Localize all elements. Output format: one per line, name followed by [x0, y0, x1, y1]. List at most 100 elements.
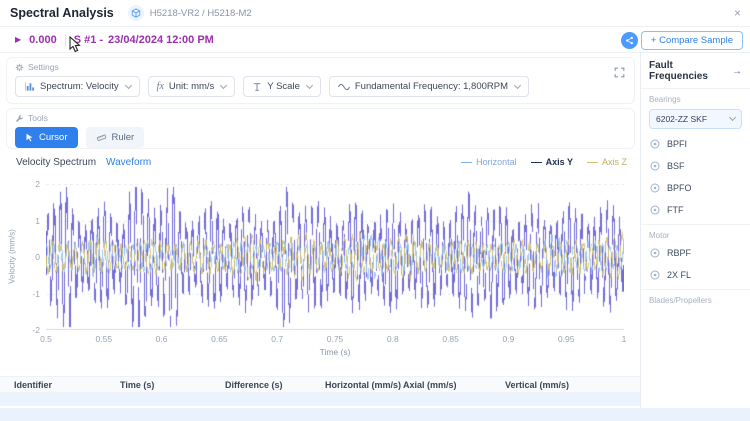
chevron-down-icon	[305, 81, 313, 89]
y-tick-label: -1	[32, 288, 40, 299]
legend-item-axis-y[interactable]: Axis Y	[530, 157, 573, 167]
sidebar-item-rbpf[interactable]: RBPF	[641, 242, 750, 264]
spectrum-dropdown[interactable]: Spectrum: Velocity	[15, 76, 140, 97]
compare-sample-button[interactable]: + Compare Sample	[640, 31, 743, 50]
unit-dropdown[interactable]: fx Unit: mm/s	[147, 76, 236, 97]
x-tick-label: 0.95	[557, 334, 575, 344]
tools-header: Tools	[7, 109, 634, 123]
horizontal-scrollbar[interactable]	[0, 408, 750, 421]
bearing-icon	[650, 205, 660, 215]
fundamental-frequency-dropdown[interactable]: Fundamental Frequency: 1,800RPM	[328, 76, 529, 97]
cursor-pointer-icon	[26, 133, 33, 142]
legend-item-axis-z[interactable]: Axis Z	[586, 157, 627, 167]
sidebar-item-label: BPFI	[667, 139, 688, 149]
device-pair-label: H5218-VR2 / H5218-M2	[149, 7, 252, 19]
col-difference: Difference (s)	[225, 379, 283, 390]
play-icon[interactable]: ▶	[15, 35, 21, 44]
fx-icon: fx	[156, 81, 164, 92]
chevron-down-icon	[124, 81, 132, 89]
sample-datetime: 23/04/2024 12:00 PM	[108, 33, 214, 46]
x-tick-label: 1	[621, 334, 627, 344]
waveform-canvas[interactable]	[46, 184, 624, 330]
sidebar-item-label: RBPF	[667, 248, 692, 258]
device-cube-icon	[127, 5, 144, 21]
chart-legend: Horizontal Axis Y Axis Z	[461, 157, 627, 167]
tools-panel: Tools Cursor Ruler	[6, 108, 635, 149]
waveform-chart: Velocity (mm/s) 2 1 0 -1 -2 0.5 0.55 0.6 0.65 0.…	[0, 176, 640, 362]
y-scale-icon	[253, 82, 261, 91]
x-tick-label: 0.85	[442, 334, 459, 344]
ruler-icon	[96, 134, 106, 141]
bearing-icon	[650, 139, 660, 149]
ruler-tool-button[interactable]: Ruler	[85, 127, 145, 148]
legend-item-horizontal[interactable]: Horizontal	[461, 157, 517, 167]
section-label-bearings: Bearings	[649, 95, 681, 104]
sine-wave-icon	[337, 83, 350, 90]
col-time: Time (s)	[120, 379, 155, 390]
table-empty-row	[0, 393, 640, 406]
close-icon[interactable]: ×	[734, 6, 741, 20]
toolbar-divider	[64, 33, 66, 46]
settings-controls: Spectrum: Velocity fx Unit: mm/s Y Scale…	[7, 72, 634, 97]
share-icon	[626, 36, 633, 45]
wrench-icon	[16, 114, 23, 122]
chevron-down-icon	[220, 81, 228, 89]
section-label-motor: Motor	[641, 224, 750, 242]
tools-label: Tools	[28, 113, 48, 123]
markers-table: Identifier Time (s) Difference (s) Horiz…	[0, 376, 640, 406]
tab-velocity-spectrum[interactable]: Velocity Spectrum	[16, 157, 96, 168]
collapse-arrow-icon[interactable]: →	[732, 66, 742, 77]
share-button[interactable]	[621, 32, 638, 49]
col-vertical: Vertical (mm/s)	[505, 379, 570, 390]
bearing-select-value: 6202-ZZ SKF	[656, 114, 708, 124]
y-tick-label: -2	[32, 325, 40, 335]
col-horizontal: Horizontal (mm/s)	[325, 379, 402, 390]
y-tick-label: 2	[35, 179, 40, 189]
bar-chart-icon	[24, 82, 35, 91]
sidebar-item-bpfi[interactable]: BPFI	[641, 133, 750, 155]
legend-line-icon	[530, 161, 542, 163]
col-axial: Axial (mm/s)	[403, 379, 457, 390]
bearing-icon	[650, 161, 660, 171]
x-axis-label: Time (s)	[319, 347, 351, 357]
chart-tabs-row: Velocity Spectrum Waveform Horizontal Ax…	[6, 152, 635, 172]
fault-frequencies-sidebar: Fault Frequencies → Bearings 6202-ZZ SKF…	[640, 53, 750, 408]
ruler-tool-label: Ruler	[111, 132, 135, 143]
x-tick-label: 0.8	[386, 334, 399, 344]
sidebar-item-label: 2X FL	[667, 270, 692, 280]
sidebar-item-label: BPFO	[667, 183, 692, 193]
x-tick-label: 0.7	[271, 334, 284, 344]
y-scale-dropdown[interactable]: Y Scale	[243, 76, 321, 97]
chevron-down-icon	[513, 81, 522, 89]
sidebar-item-bsf[interactable]: BSF	[641, 155, 750, 177]
fullscreen-icon[interactable]	[613, 66, 626, 84]
settings-label: Settings	[28, 62, 59, 72]
col-identifier: Identifier	[14, 379, 53, 390]
sidebar-item-2x-fl[interactable]: 2X FL	[641, 264, 750, 286]
settings-header: Settings	[7, 58, 634, 72]
tab-waveform[interactable]: Waveform	[106, 157, 151, 168]
y-scale-dropdown-label: Y Scale	[267, 81, 300, 92]
cursor-tool-button[interactable]: Cursor	[15, 127, 78, 148]
x-tick-label: 0.5	[40, 334, 52, 344]
sidebar-item-bpfo[interactable]: BPFO	[641, 177, 750, 199]
sidebar-item-label: FTF	[667, 205, 684, 215]
spectrum-dropdown-label: Spectrum: Velocity	[40, 81, 119, 92]
motor-icon	[650, 270, 660, 280]
legend-line-icon	[586, 161, 598, 163]
y-tick-label: 1	[35, 215, 40, 226]
x-axis-ticks: 0.5 0.55 0.6 0.65 0.7 0.75 0.8 0.85 0.9 0.95 1	[40, 334, 627, 344]
fundamental-frequency-label: Fundamental Frequency: 1,800RPM	[354, 81, 508, 92]
page-title: Spectral Analysis	[10, 6, 114, 20]
legend-label: Horizontal	[476, 157, 517, 167]
tools-buttons: Cursor Ruler	[7, 123, 634, 148]
app-header: Spectral Analysis H5218-VR2 / H5218-M2 ×	[0, 0, 750, 27]
settings-panel: Settings Spectrum: Velocity fx Unit: mm/…	[6, 57, 635, 104]
chevron-down-icon	[728, 113, 737, 122]
unit-dropdown-label: Unit: mm/s	[168, 81, 215, 92]
section-label-blades: Blades/Propellers	[641, 289, 750, 307]
bearing-select[interactable]: 6202-ZZ SKF	[649, 109, 742, 129]
gear-icon	[15, 63, 24, 71]
legend-line-icon	[461, 161, 473, 163]
sidebar-item-ftf[interactable]: FTF	[641, 199, 750, 221]
